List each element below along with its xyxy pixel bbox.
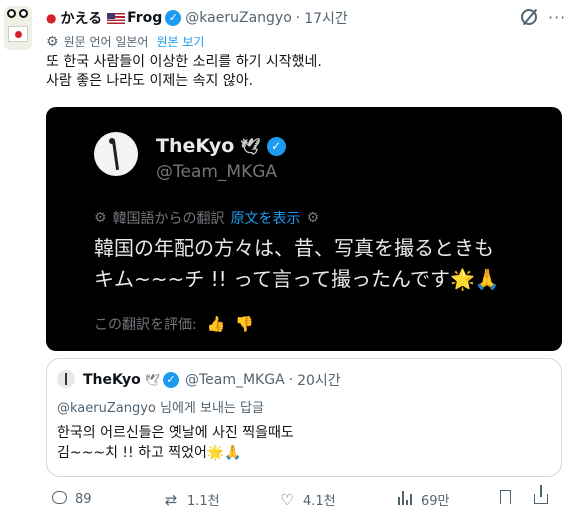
translation-label: 원문 언어 일본어	[63, 35, 149, 49]
quoted-timestamp: 20시간	[297, 373, 341, 389]
embedded-display-name: TheKyo	[156, 135, 235, 157]
verified-badge-icon: ✓	[162, 372, 179, 388]
embedded-handle: @Team_MKGA	[156, 162, 278, 182]
translate-gear-icon: ⚙	[46, 33, 59, 50]
quoted-tweet-card[interactable]: TheKyo 🕊 ✓ @Team_MKGA · 20시간 @kaeruZangy…	[46, 358, 562, 477]
reply-count: 89	[75, 491, 92, 507]
embedded-show-original: 原文を表示	[230, 211, 301, 227]
settings-gear-icon: ⚙	[306, 210, 320, 226]
us-flag-icon	[107, 12, 126, 24]
tweet-text-line: 또 한국 사람들이 이상한 소리를 하기 시작했네.	[46, 54, 322, 70]
embedded-rate-row: この翻訳を評価: 👍 👎	[94, 314, 254, 334]
verified-badge-icon: ✓	[266, 136, 286, 156]
quoted-display-name: TheKyo	[83, 372, 141, 388]
red-dot-icon: ●	[46, 11, 57, 25]
bookmark-icon	[496, 490, 514, 508]
tweet-timestamp[interactable]: 17시간	[304, 8, 348, 28]
dove-icon: 🕊	[144, 373, 160, 387]
quoted-body-line: 김~~~치 !! 하고 찍었어🌟🙏	[57, 445, 242, 461]
author-display-name[interactable]: かえる	[60, 8, 102, 28]
share-icon	[532, 485, 550, 508]
quoted-body: 한국의 어르신들은 옛날에 사진 찍을때도 김~~~치 !! 하고 찍었어🌟🙏	[57, 423, 294, 463]
heart-icon: ♡	[280, 490, 294, 509]
embedded-rate-label: この翻訳を評価:	[94, 317, 197, 333]
quoted-header: TheKyo 🕊 ✓ @Team_MKGA · 20시간	[83, 370, 341, 390]
avatar-eye-right	[19, 9, 28, 18]
author-display-name-suffix[interactable]: Frog	[127, 10, 162, 26]
action-bar: 89 ⇄ 1.1천 ♡ 4.1천 69만	[46, 485, 557, 510]
embedded-translation-row: ⚙ 韓国語からの翻訳 原文を表示 ⚙	[94, 208, 319, 228]
quoted-avatar	[57, 370, 75, 388]
tweet-header: ● かえる Frog ✓ @kaeruZangyo · 17시간	[46, 9, 348, 27]
like-count: 4.1천	[303, 494, 336, 509]
embedded-name-row: TheKyo 🕊 ✓	[156, 135, 286, 157]
avatar-eye-left	[7, 9, 16, 18]
like-button[interactable]: ♡ 4.1천	[278, 490, 336, 510]
views-button[interactable]: 69만	[396, 490, 450, 509]
bookmark-button[interactable]	[496, 490, 521, 508]
japan-flag-icon	[8, 26, 28, 42]
show-original-link[interactable]: 원본 보기	[156, 33, 204, 50]
views-count: 69만	[421, 494, 450, 509]
thumbs-up-icon: 👍	[206, 315, 226, 333]
quoted-separator: ·	[288, 372, 294, 388]
share-button[interactable]	[532, 485, 557, 508]
embedded-body-line: 韓国の年配の方々は、昔、写真を撮るときも	[94, 236, 494, 260]
embedded-body-line: キム~~~チ !! って言って撮ったんです🌟🙏	[94, 267, 500, 291]
embedded-avatar	[94, 132, 138, 176]
reply-button[interactable]: 89	[50, 490, 92, 508]
grok-icon[interactable]	[521, 9, 537, 25]
embedded-body: 韓国の年配の方々は、昔、写真を撮るときも キム~~~チ !! って言って撮ったん…	[94, 233, 500, 295]
embedded-translation-label: 韓国語からの翻訳	[112, 211, 225, 227]
verified-badge-icon[interactable]: ✓	[165, 10, 182, 26]
header-separator: ·	[295, 10, 301, 26]
retweet-button[interactable]: ⇄ 1.1천	[162, 490, 220, 510]
dove-icon: 🕊	[240, 136, 261, 156]
quoted-body-line: 한국의 어르신들은 옛날에 사진 찍을때도	[57, 425, 294, 441]
quoted-handle: @Team_MKGA	[184, 372, 285, 388]
tweet-text-line: 사람 좋은 나라도 이제는 속지 않아.	[46, 73, 254, 89]
tweet-text: 또 한국 사람들이 이상한 소리를 하기 시작했네. 사람 좋은 나라도 이제는…	[46, 53, 322, 91]
frog-avatar-image	[4, 6, 32, 50]
more-icon[interactable]: ···	[548, 8, 566, 27]
author-handle[interactable]: @kaeruZangyo	[185, 10, 291, 26]
quoted-reply-to: @kaeruZangyo 님에게 보내는 답글	[57, 401, 264, 416]
translate-gear-icon: ⚙	[94, 210, 107, 226]
reply-icon	[50, 490, 68, 508]
retweet-count: 1.1천	[187, 494, 220, 509]
retweet-icon: ⇄	[164, 490, 178, 509]
embedded-screenshot-image[interactable]: TheKyo 🕊 ✓ @Team_MKGA ⚙ 韓国語からの翻訳 原文を表示 ⚙…	[46, 107, 562, 351]
translation-row: ⚙ 원문 언어 일본어 원본 보기	[46, 33, 204, 50]
author-avatar[interactable]	[4, 6, 32, 50]
views-icon	[396, 490, 414, 509]
thumbs-down-icon: 👎	[235, 315, 255, 333]
